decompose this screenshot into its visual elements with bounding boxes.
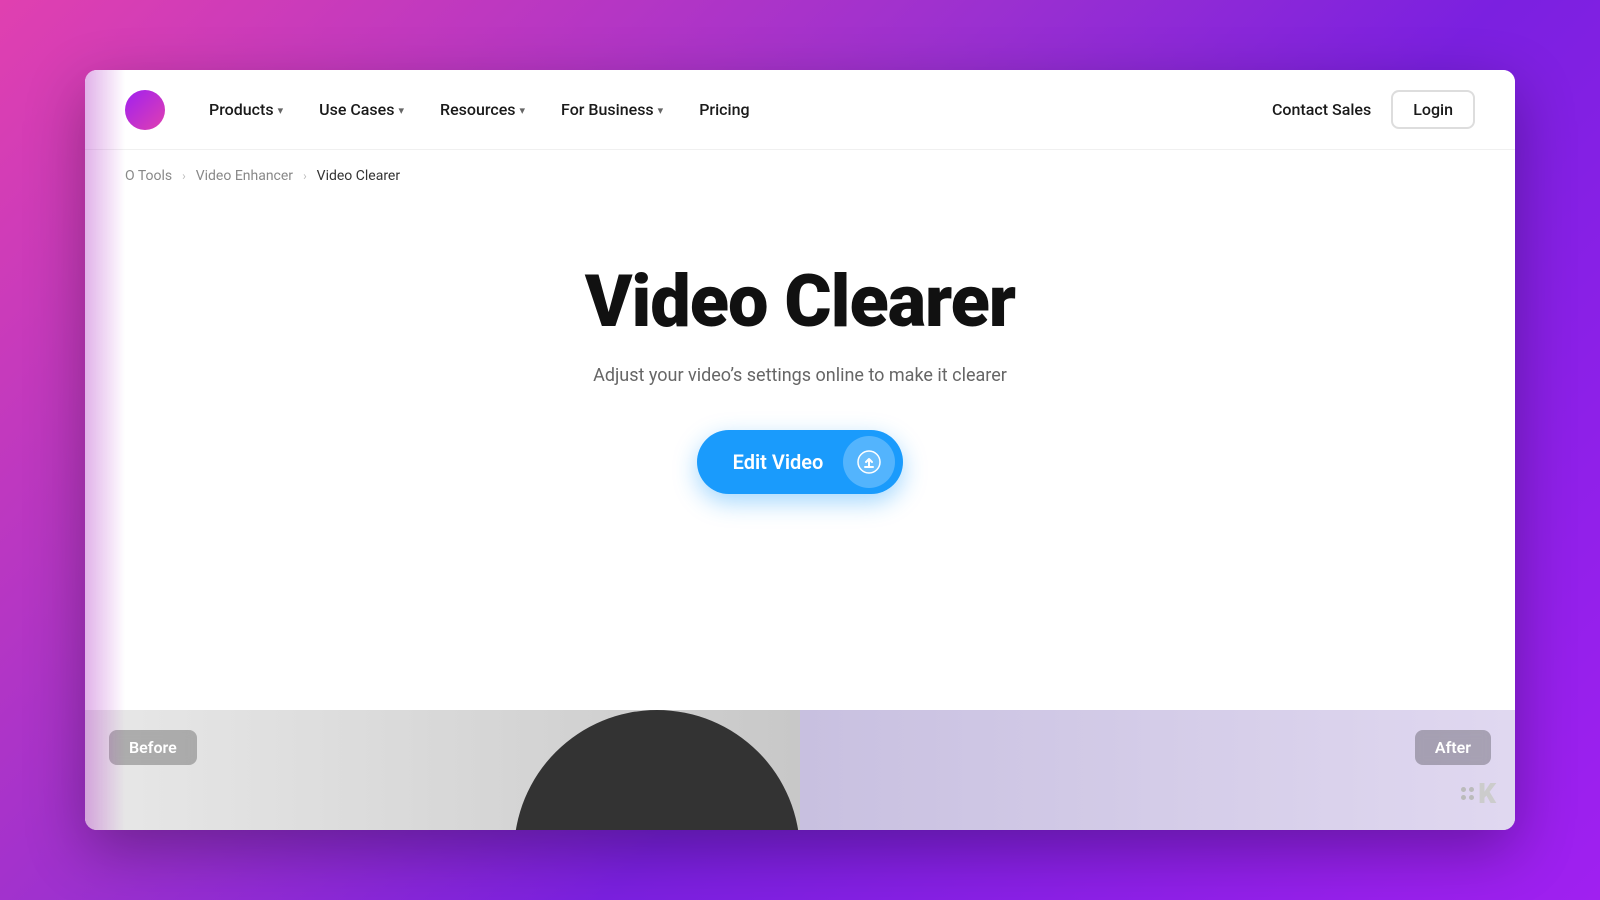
nav-item-use-cases[interactable]: Use Cases ▾ bbox=[305, 92, 418, 127]
upload-icon-circle bbox=[843, 436, 895, 488]
nav-links: Products ▾ Use Cases ▾ Resources ▾ For B… bbox=[195, 92, 1272, 127]
page-title: Video Clearer bbox=[585, 262, 1015, 341]
hero-subtitle: Adjust your video’s settings online to m… bbox=[593, 365, 1007, 386]
nav-item-resources[interactable]: Resources ▾ bbox=[426, 92, 539, 127]
breadcrumb: O Tools › Video Enhancer › Video Clearer bbox=[85, 150, 1515, 202]
login-button[interactable]: Login bbox=[1391, 90, 1475, 129]
logo[interactable] bbox=[125, 90, 165, 130]
hero-section: Video Clearer Adjust your video’s settin… bbox=[85, 202, 1515, 534]
cta-button-label: Edit Video bbox=[733, 450, 824, 474]
dot-4 bbox=[1469, 795, 1474, 800]
watermark-letter: K bbox=[1478, 777, 1495, 810]
edit-video-button[interactable]: Edit Video bbox=[697, 430, 904, 494]
chevron-down-icon: ▾ bbox=[278, 104, 284, 117]
dot-2 bbox=[1469, 787, 1474, 792]
nav-item-products[interactable]: Products ▾ bbox=[195, 92, 297, 127]
browser-window: Products ▾ Use Cases ▾ Resources ▾ For B… bbox=[85, 70, 1515, 830]
kapwing-watermark: K bbox=[1461, 777, 1495, 810]
chevron-down-icon: ▾ bbox=[520, 104, 526, 117]
upload-icon bbox=[857, 450, 881, 474]
after-label: After bbox=[1415, 730, 1491, 765]
contact-sales-link[interactable]: Contact Sales bbox=[1272, 100, 1371, 119]
breadcrumb-separator: › bbox=[182, 169, 186, 183]
nav-right: Contact Sales Login bbox=[1272, 90, 1475, 129]
nav-item-for-business[interactable]: For Business ▾ bbox=[547, 92, 677, 127]
breadcrumb-item-video-clearer: Video Clearer bbox=[317, 168, 400, 184]
chevron-down-icon: ▾ bbox=[398, 104, 404, 117]
after-panel: After bbox=[800, 710, 1515, 830]
breadcrumb-item-tools[interactable]: O Tools bbox=[125, 168, 172, 184]
breadcrumb-item-video-enhancer[interactable]: Video Enhancer bbox=[196, 168, 293, 184]
watermark-dots bbox=[1461, 787, 1474, 800]
breadcrumb-separator: › bbox=[303, 169, 307, 183]
chevron-down-icon: ▾ bbox=[658, 104, 664, 117]
dot-1 bbox=[1461, 787, 1466, 792]
before-panel: Before bbox=[85, 710, 800, 830]
navbar: Products ▾ Use Cases ▾ Resources ▾ For B… bbox=[85, 70, 1515, 150]
nav-item-pricing[interactable]: Pricing bbox=[685, 92, 763, 127]
before-after-section: Before After bbox=[85, 710, 1515, 830]
dot-3 bbox=[1461, 795, 1466, 800]
before-label: Before bbox=[109, 730, 197, 765]
